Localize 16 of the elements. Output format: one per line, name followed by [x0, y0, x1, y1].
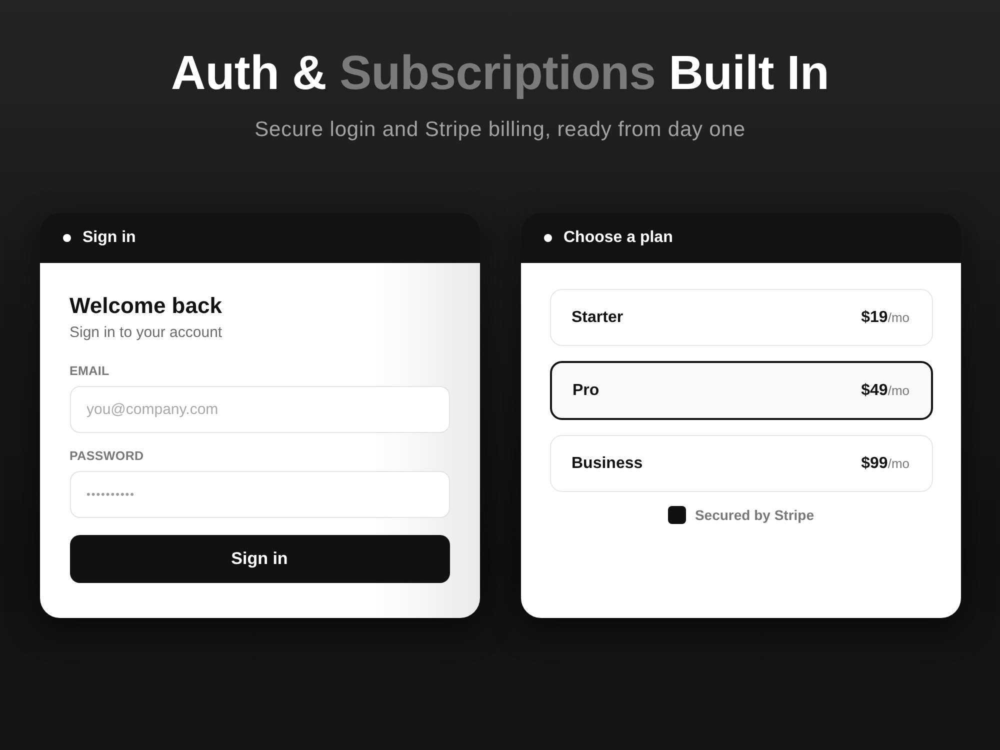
field-label: PASSWORD	[70, 448, 145, 464]
stripe-note: Secured by Stripe	[694, 506, 814, 524]
password-field[interactable]: ••••••••••	[70, 471, 450, 518]
plan-option[interactable]: Pro $49/mo	[550, 361, 932, 420]
page-title: Auth & Subscriptions Built In	[171, 46, 829, 102]
page-subtitle: Secure login and Stripe billing, ready from day one	[254, 117, 746, 143]
form-heading: Welcome back	[70, 292, 223, 320]
form-subheading: Sign in to your account	[70, 323, 224, 343]
email-field[interactable]: you@company.com	[70, 386, 450, 433]
sign-in-button[interactable]: Sign in	[70, 535, 450, 583]
card-title: Choose a plan	[564, 228, 673, 248]
field-label: EMAIL	[70, 363, 110, 379]
square-icon	[668, 506, 686, 524]
plan-option[interactable]: Starter $19/mo	[550, 289, 932, 346]
card-title: Sign in	[82, 228, 136, 248]
plan-option[interactable]: Business $99/mo	[550, 435, 932, 492]
